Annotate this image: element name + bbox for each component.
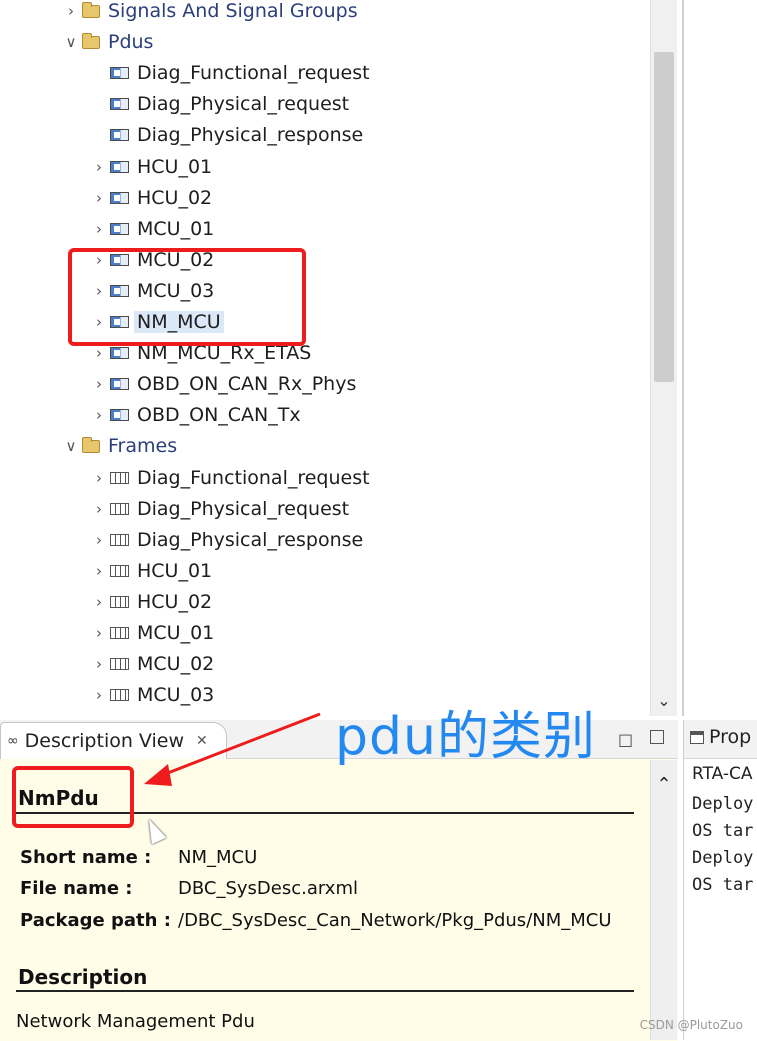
annotation-text: pdu的类别 — [335, 707, 596, 767]
annotation-arrow — [144, 712, 321, 786]
watermark: CSDN @PlutoZuo — [639, 1018, 743, 1032]
